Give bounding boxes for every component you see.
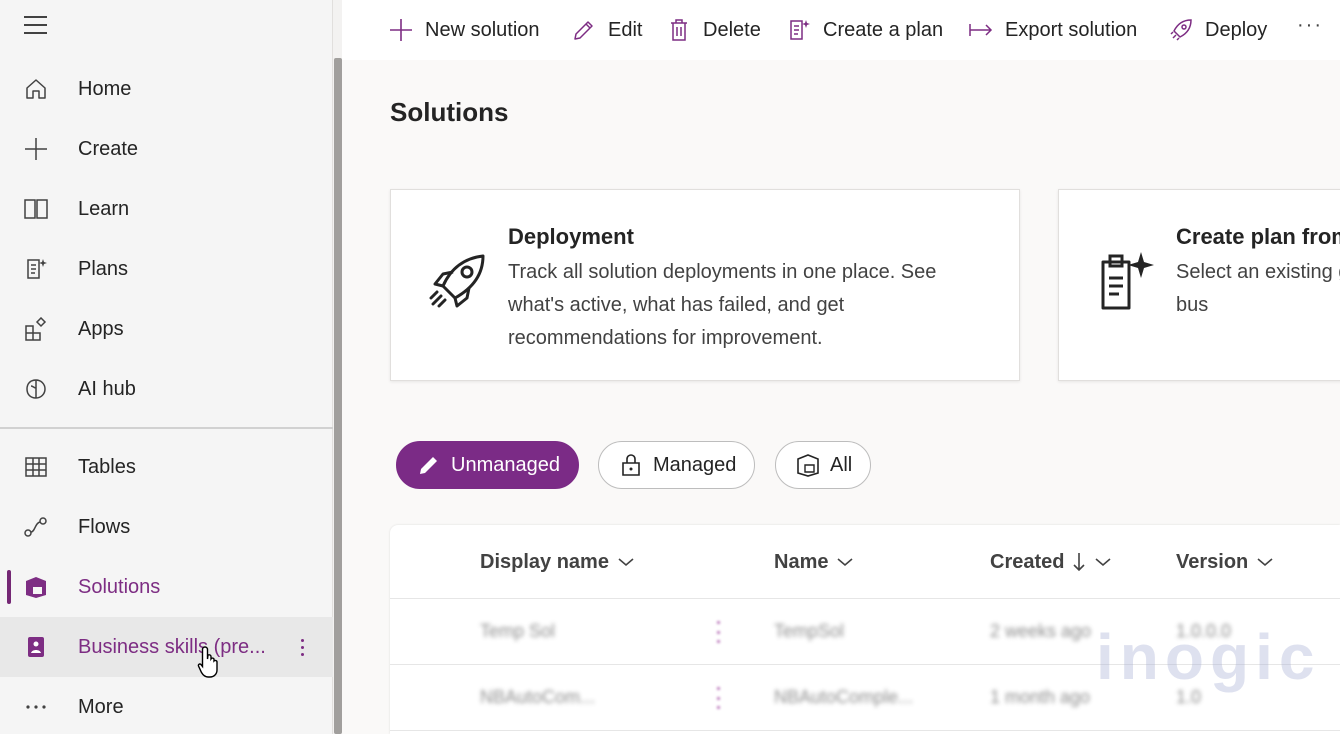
plus-icon	[390, 19, 412, 41]
rocket-icon	[1170, 19, 1192, 41]
sidebar-item-label: Solutions	[78, 575, 161, 598]
cell-display-name[interactable]: NBAutoCom...	[480, 687, 595, 708]
filter-label: Managed	[653, 453, 737, 476]
column-header-label: Display name	[480, 550, 609, 573]
sidebar-item-label: AI hub	[78, 377, 136, 400]
card-description: Select an existing generate a detaile su…	[1176, 261, 1340, 316]
export-solution-button[interactable]: Export solution	[969, 12, 1137, 48]
column-header-version[interactable]: Version	[1176, 525, 1274, 599]
sidebar-item-label: Business skills (pre...	[78, 635, 266, 658]
more-icon	[26, 705, 46, 709]
card-title: Deployment	[508, 224, 634, 249]
deployment-card[interactable]: Deployment Track all solution deployment…	[390, 189, 1020, 381]
sidebar-scrollbar-thumb[interactable]	[334, 58, 342, 734]
sidebar-item-label: Tables	[78, 455, 136, 478]
column-header-label: Version	[1176, 550, 1249, 573]
sidebar-item-learn[interactable]: Learn	[0, 179, 333, 239]
column-header-name[interactable]: Name	[774, 525, 854, 599]
deploy-button[interactable]: Deploy	[1169, 12, 1267, 48]
trash-icon	[671, 19, 687, 41]
sidebar-item-ai-hub[interactable]: AI hub	[0, 359, 333, 419]
filter-all[interactable]: All	[775, 441, 872, 489]
sidebar-item-create[interactable]: Create	[0, 119, 333, 179]
sidebar-item-more[interactable]: More	[0, 677, 333, 734]
pencil-icon	[574, 21, 593, 40]
more-options-icon[interactable]	[290, 635, 314, 659]
cell-created: 2 weeks ago	[990, 621, 1092, 641]
rocket-icon	[429, 254, 485, 308]
sidebar-item-label: Home	[78, 77, 132, 100]
page-title: Solutions	[390, 97, 509, 127]
cell-display-name[interactable]: Temp Sol	[480, 621, 555, 642]
row-more-icon[interactable]	[717, 621, 721, 643]
header-divider	[390, 598, 1340, 599]
sidebar-divider	[0, 427, 333, 429]
cell-created: 1 month ago	[990, 687, 1091, 707]
chevron-down-icon	[1257, 558, 1273, 567]
hand-cursor-icon	[197, 646, 218, 678]
sidebar-item-label: Apps	[78, 317, 124, 340]
column-header-label: Name	[774, 550, 829, 573]
flow-icon	[24, 517, 47, 537]
plan-icon	[27, 259, 47, 279]
export-solution-label: Export solution	[1005, 18, 1138, 41]
book-icon	[24, 199, 48, 219]
card-description: Track all solution deployments in one pl…	[508, 261, 937, 349]
edit-label: Edit	[608, 18, 643, 41]
table-icon	[25, 457, 47, 477]
row-divider	[390, 730, 1340, 731]
cell-name: NBAutoComple...	[774, 687, 914, 707]
sidebar-item-label: Flows	[78, 515, 131, 538]
plus-icon	[25, 138, 47, 160]
sidebar-item-home[interactable]: Home	[0, 59, 333, 119]
filter-label: All	[830, 453, 853, 476]
sidebar-item-flows[interactable]: Flows	[0, 497, 333, 557]
chevron-down-icon	[1095, 558, 1112, 567]
filter-unmanaged[interactable]: Unmanaged	[396, 441, 579, 489]
sidebar-item-apps[interactable]: Apps	[0, 299, 333, 359]
solutions-icon	[797, 454, 819, 477]
column-header-display-name[interactable]: Display name	[480, 525, 635, 599]
deploy-label: Deploy	[1205, 18, 1268, 41]
plan-icon	[790, 20, 810, 40]
column-header-label: Created	[990, 550, 1065, 573]
export-arrow-icon	[969, 24, 993, 36]
filter-managed[interactable]: Managed	[598, 441, 756, 489]
hamburger-menu-icon[interactable]	[24, 16, 48, 36]
sidebar-item-plans[interactable]: Plans	[0, 239, 333, 299]
home-icon	[26, 79, 46, 99]
edit-button[interactable]: Edit	[572, 12, 642, 48]
new-solution-button[interactable]: New solution	[389, 12, 540, 48]
create-plan-label: Create a plan	[823, 18, 944, 41]
sort-descending-icon	[1073, 553, 1086, 572]
more-commands-icon[interactable]: ···	[1297, 14, 1323, 37]
brain-icon	[26, 379, 46, 399]
sidebar-item-label: Create	[78, 137, 139, 160]
watermark-logo: inogic	[1096, 621, 1321, 693]
row-more-icon[interactable]	[717, 687, 721, 709]
filter-label: Unmanaged	[451, 453, 560, 476]
pencil-icon	[420, 457, 437, 474]
chevron-down-icon	[618, 558, 634, 567]
new-solution-label: New solution	[425, 18, 540, 41]
solutions-icon	[26, 577, 46, 598]
create-plan-card[interactable]: Create plan from Select an existing gene…	[1058, 189, 1340, 381]
column-header-created[interactable]: Created	[990, 525, 1112, 599]
sidebar-item-label: More	[78, 695, 124, 718]
create-plan-button[interactable]: Create a plan	[787, 12, 943, 48]
sidebar-item-label: Learn	[78, 197, 130, 220]
card-title: Create plan from	[1176, 224, 1340, 249]
plan-sparkle-icon	[1101, 252, 1154, 310]
delete-label: Delete	[703, 18, 761, 41]
delete-button[interactable]: Delete	[667, 12, 761, 48]
chevron-down-icon	[837, 558, 854, 567]
sidebar-item-label: Plans	[78, 257, 129, 280]
apps-icon	[25, 317, 47, 341]
cell-name: TempSol	[774, 621, 845, 641]
business-skills-icon	[28, 637, 44, 657]
sidebar-item-tables[interactable]: Tables	[0, 437, 333, 497]
sidebar-item-solutions[interactable]: Solutions	[0, 557, 333, 617]
sidebar-item-business-skills[interactable]: Business skills (pre...	[0, 617, 333, 677]
lock-icon	[622, 454, 640, 476]
